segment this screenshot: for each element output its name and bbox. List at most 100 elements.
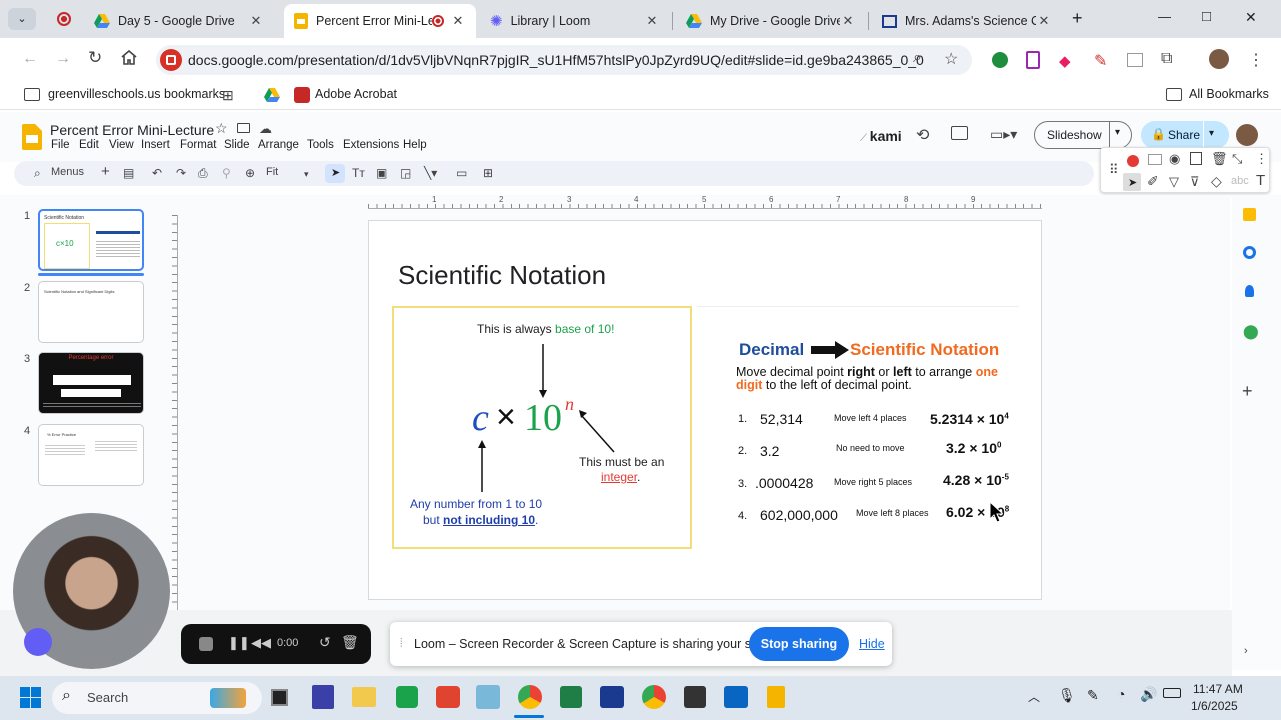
- eraser-icon[interactable]: ◇: [1211, 173, 1222, 190]
- select-tool-button[interactable]: ➤: [325, 164, 345, 183]
- search-menus-icon[interactable]: ⌕: [34, 166, 41, 181]
- close-icon[interactable]: ✕: [450, 13, 466, 29]
- extension-icon[interactable]: [1026, 51, 1040, 69]
- restart-icon[interactable]: ↺: [319, 634, 331, 651]
- delete-icon[interactable]: 🗑: [341, 634, 359, 651]
- site-info-icon[interactable]: [160, 49, 182, 71]
- menu-help[interactable]: Help: [403, 139, 427, 151]
- slide-thumbnail-3[interactable]: Percentage error: [38, 352, 144, 414]
- tab-day5-drive[interactable]: Day 5 - Google Drive ✕: [84, 4, 274, 38]
- profile-avatar[interactable]: [1209, 49, 1229, 69]
- menu-insert[interactable]: Insert: [141, 139, 170, 151]
- slide-thumbnail-4[interactable]: % Error Practice: [38, 424, 144, 486]
- google-drive-icon[interactable]: [264, 88, 280, 102]
- tab-search-button[interactable]: ⌄: [8, 8, 36, 30]
- close-icon[interactable]: ✕: [248, 13, 264, 29]
- eye-icon[interactable]: ◉: [1169, 151, 1180, 167]
- tab-percent-error[interactable]: Percent Error Mini-Lec ✕: [284, 4, 476, 38]
- expand-panel-icon[interactable]: ›: [1244, 645, 1248, 657]
- extension-icon[interactable]: [992, 52, 1008, 68]
- app-icon[interactable]: [560, 686, 582, 708]
- extension-icon[interactable]: [1127, 53, 1143, 67]
- maps-icon[interactable]: ⬤: [1243, 323, 1259, 340]
- rewind-icon[interactable]: ◀◀: [251, 635, 271, 651]
- windows-start-icon[interactable]: [20, 687, 41, 708]
- google-slides-icon[interactable]: [22, 124, 42, 150]
- strike-text-icon[interactable]: abc: [1231, 175, 1249, 187]
- bookmark-adobe-acrobat[interactable]: Adobe Acrobat: [315, 87, 397, 101]
- slideshow-dropdown-icon[interactable]: ▾: [1115, 127, 1120, 138]
- home-icon[interactable]: [121, 50, 137, 65]
- new-slide-icon[interactable]: +: [101, 163, 110, 180]
- add-addon-icon[interactable]: +: [1242, 381, 1253, 402]
- wifi-icon[interactable]: ◔: [1117, 686, 1125, 702]
- task-view-icon[interactable]: [271, 689, 288, 706]
- keep-icon[interactable]: [1243, 208, 1256, 221]
- zoom-tool-icon[interactable]: ⊕: [245, 166, 255, 180]
- insert-video-icon[interactable]: ▭: [456, 166, 467, 180]
- back-arrow-icon[interactable]: ←: [22, 50, 38, 68]
- minimize-button[interactable]: —: [1158, 9, 1171, 24]
- apps-grid-icon[interactable]: ⊞: [222, 87, 234, 104]
- highlight-icon[interactable]: ▽: [1169, 174, 1179, 190]
- url-field[interactable]: docs.google.com/presentation/d/1dv5VljbV…: [156, 45, 972, 75]
- star-icon[interactable]: ☆: [215, 120, 228, 137]
- pen-icon[interactable]: ✎: [1087, 687, 1099, 704]
- app-icon[interactable]: [312, 685, 334, 709]
- menu-arrange[interactable]: Arrange: [258, 139, 299, 151]
- record-icon[interactable]: [1127, 155, 1139, 167]
- bookmark-star-icon[interactable]: ☆: [944, 49, 958, 69]
- menu-view[interactable]: View: [109, 139, 134, 151]
- maximize-button[interactable]: □: [1202, 8, 1211, 25]
- document-title[interactable]: Percent Error Mini-Lecture: [50, 122, 214, 138]
- loom-tab-icon[interactable]: [57, 12, 71, 26]
- reload-icon[interactable]: ↻: [88, 48, 102, 68]
- all-bookmarks-link[interactable]: All Bookmarks: [1189, 87, 1269, 101]
- trash-icon[interactable]: 🗑: [1211, 151, 1228, 167]
- text-box-icon[interactable]: Tт: [352, 166, 365, 180]
- pen-extension-icon[interactable]: ✎: [1094, 51, 1107, 71]
- tab-science-class[interactable]: Mrs. Adams's Science Clas ✕: [872, 4, 1062, 38]
- pen-icon[interactable]: ✐: [1147, 173, 1159, 190]
- text-tool-icon[interactable]: T: [1256, 172, 1265, 189]
- shape-icon[interactable]: ◲: [400, 166, 411, 180]
- comments-icon[interactable]: [951, 126, 968, 140]
- close-icon[interactable]: ✕: [1036, 13, 1052, 29]
- collapse-icon[interactable]: ⤡: [1232, 151, 1242, 167]
- tray-chevron-icon[interactable]: ︿: [1028, 688, 1040, 705]
- menu-file[interactable]: File: [51, 139, 70, 151]
- tasks-icon[interactable]: [1243, 246, 1256, 259]
- menu-extensions[interactable]: Extensions: [343, 139, 399, 151]
- marker-icon[interactable]: ⊽: [1190, 174, 1200, 190]
- stop-recording-icon[interactable]: [199, 637, 213, 651]
- move-folder-icon[interactable]: [237, 123, 250, 133]
- outlook-icon[interactable]: [724, 686, 748, 708]
- contacts-icon[interactable]: [1245, 285, 1254, 297]
- stop-sharing-button[interactable]: Stop sharing: [749, 627, 849, 661]
- file-explorer-icon[interactable]: [352, 687, 376, 707]
- save-icon[interactable]: [1190, 152, 1202, 165]
- zoom-icon[interactable]: ⌕: [913, 49, 922, 67]
- redo-icon[interactable]: ↷: [176, 166, 186, 180]
- chrome-icon[interactable]: [518, 685, 542, 709]
- menu-slide[interactable]: Slide: [224, 139, 250, 151]
- loom-bubble-icon[interactable]: [24, 628, 52, 656]
- undo-icon[interactable]: ↶: [152, 166, 162, 180]
- new-tab-button[interactable]: +: [1072, 8, 1083, 29]
- zoom-select[interactable]: Fit: [266, 166, 278, 178]
- drag-handle-icon[interactable]: ⦙: [400, 636, 403, 651]
- image-icon[interactable]: ▣: [376, 166, 387, 180]
- zoom-dropdown-icon[interactable]: ▾: [304, 169, 309, 180]
- clock-time[interactable]: 11:47 AM: [1193, 682, 1243, 696]
- pause-icon[interactable]: ❚❚: [228, 635, 250, 651]
- select-cursor-icon[interactable]: ➤: [1123, 173, 1141, 191]
- paint-format-icon[interactable]: ⚲: [222, 166, 231, 180]
- version-history-icon[interactable]: ⟲: [916, 125, 929, 145]
- menu-edit[interactable]: Edit: [79, 139, 99, 151]
- extensions-puzzle-icon[interactable]: ⧉: [1161, 50, 1172, 68]
- taskbar-search[interactable]: ⌕ Search: [52, 682, 262, 714]
- menu-format[interactable]: Format: [180, 139, 216, 151]
- search-menus-label[interactable]: Menus: [51, 166, 84, 178]
- account-avatar[interactable]: [1236, 124, 1258, 146]
- chrome-icon[interactable]: [642, 685, 666, 709]
